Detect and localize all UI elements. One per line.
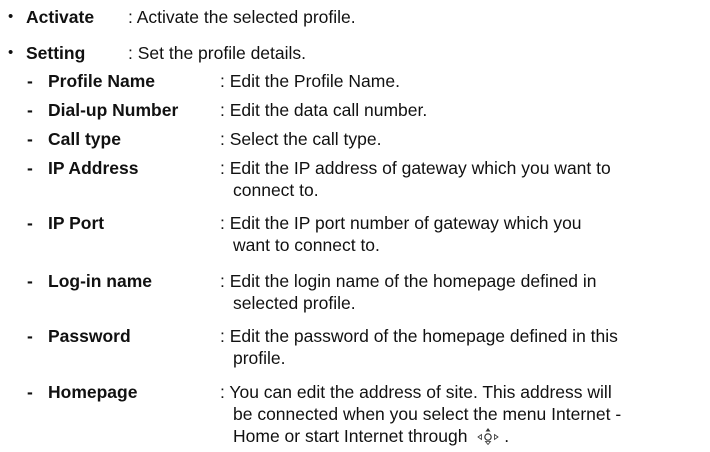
desc-call-type: : Select the call type. <box>220 129 382 149</box>
dash: - <box>27 213 33 233</box>
dash: - <box>27 71 33 91</box>
term-profile-name: Profile Name <box>48 71 155 91</box>
term-dial-up-number: Dial-up Number <box>48 100 179 120</box>
desc-activate: : Activate the selected profile. <box>128 7 356 27</box>
desc-line: : Edit the IP port number of gateway whi… <box>220 213 582 233</box>
desc-line: Home or start Internet through . <box>233 426 510 446</box>
desc-line: : Edit the IP address of gateway which y… <box>220 158 611 178</box>
term-log-in-name: Log-in name <box>48 271 153 291</box>
desc-profile-name: : Edit the Profile Name. <box>220 71 400 91</box>
dash: - <box>27 271 33 291</box>
desc-password: : Edit the password of the homepage defi… <box>220 325 710 369</box>
desc-dial-up-number: : Edit the data call number. <box>220 100 428 120</box>
joystick-up-icon <box>477 428 499 445</box>
desc-line: : Edit the login name of the homepage de… <box>220 271 597 291</box>
bullet: • <box>8 8 14 25</box>
desc-ip-port: : Edit the IP port number of gateway whi… <box>220 212 710 256</box>
term-call-type: Call type <box>48 129 121 149</box>
desc-line: selected profile. <box>233 293 356 313</box>
dash: - <box>27 100 33 120</box>
dash: - <box>27 382 33 402</box>
term-ip-port: IP Port <box>48 213 105 233</box>
desc-line: want to connect to. <box>233 235 380 255</box>
desc-line: be connected when you select the menu In… <box>233 404 622 424</box>
term-ip-address: IP Address <box>48 158 139 178</box>
desc-ip-address: : Edit the IP address of gateway which y… <box>220 157 710 201</box>
term-password: Password <box>48 326 131 346</box>
term-homepage: Homepage <box>48 382 138 402</box>
desc-line: profile. <box>233 348 286 368</box>
desc-line: connect to. <box>233 180 319 200</box>
dash: - <box>27 129 33 149</box>
desc-line: : Edit the password of the homepage defi… <box>220 326 618 346</box>
term-setting: Setting <box>26 43 86 63</box>
term-activate: Activate <box>26 7 95 27</box>
dash: - <box>27 326 33 346</box>
dash: - <box>27 158 33 178</box>
desc-setting: : Set the profile details. <box>128 43 307 63</box>
bullet: • <box>8 44 14 61</box>
desc-homepage: : You can edit the address of site. This… <box>220 381 710 447</box>
desc-log-in-name: : Edit the login name of the homepage de… <box>220 270 710 314</box>
desc-line: : You can edit the address of site. This… <box>220 382 612 402</box>
